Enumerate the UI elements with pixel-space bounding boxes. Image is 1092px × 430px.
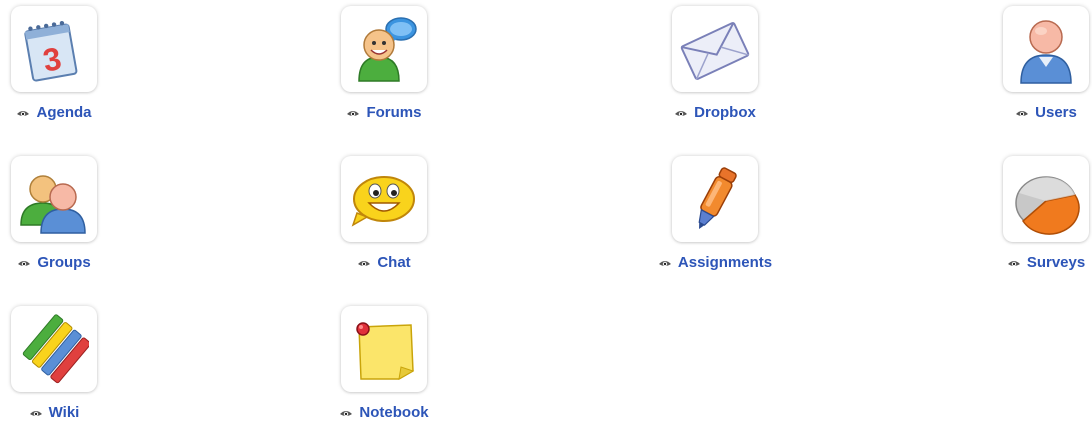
tool-label[interactable]: Chat (377, 254, 410, 271)
tool-notebook[interactable]: Notebook (319, 300, 449, 430)
tool-assignments[interactable]: Assignments (650, 150, 780, 280)
forums-tile[interactable] (341, 6, 427, 92)
tool-surveys[interactable]: Surveys (981, 150, 1092, 280)
tool-label[interactable]: Surveys (1027, 254, 1085, 271)
eye-icon (17, 110, 30, 116)
colored-pencils-icon (22, 314, 89, 384)
assignments-label: Assignments (650, 254, 780, 271)
tool-label[interactable]: Dropbox (694, 104, 756, 121)
wiki-label: Wiki (0, 404, 119, 421)
smiley-chat-icon (351, 176, 415, 227)
tool-label[interactable]: Assignments (678, 254, 772, 271)
forum-speech-icon (358, 17, 417, 82)
tool-label[interactable]: Forums (366, 104, 421, 121)
surveys-label: Surveys (981, 254, 1092, 271)
users-label: Users (981, 104, 1092, 121)
forums-label: Forums (319, 104, 449, 121)
wiki-tile[interactable] (11, 306, 97, 392)
groups-tile[interactable] (11, 156, 97, 242)
surveys-tile[interactable] (1003, 156, 1089, 242)
tool-label[interactable]: Users (1035, 104, 1077, 121)
tool-label[interactable]: Wiki (49, 404, 80, 421)
dropbox-tile[interactable] (672, 6, 758, 92)
tool-label[interactable]: Groups (37, 254, 90, 271)
marker-pen-icon (698, 167, 737, 230)
eye-icon (1016, 110, 1029, 116)
tool-groups[interactable]: Groups (0, 150, 119, 280)
eye-icon (675, 110, 688, 116)
dropbox-label: Dropbox (650, 104, 780, 121)
sticky-note-icon (356, 322, 415, 380)
envelope-icon (680, 21, 750, 80)
eye-icon (358, 260, 371, 266)
calendar-icon: 3 (24, 20, 78, 82)
chat-label: Chat (319, 254, 449, 271)
tool-users[interactable]: Users (981, 0, 1092, 130)
eye-icon (658, 260, 671, 266)
agenda-label: Agenda (0, 104, 119, 121)
eye-icon (29, 410, 42, 416)
users-tile[interactable] (1003, 6, 1089, 92)
eye-icon (340, 410, 353, 416)
eye-icon (18, 260, 31, 266)
assignments-tile[interactable] (672, 156, 758, 242)
tool-forums[interactable]: Forums (319, 0, 449, 130)
eye-icon (1007, 260, 1020, 266)
tool-label[interactable]: Notebook (359, 404, 428, 421)
tool-wiki[interactable]: Wiki (0, 300, 119, 430)
eye-icon (347, 110, 360, 116)
group-icon (20, 175, 86, 234)
user-icon (1020, 20, 1072, 84)
tool-dropbox[interactable]: Dropbox (650, 0, 780, 130)
tool-agenda[interactable]: 3 Agenda (0, 0, 119, 130)
tool-label[interactable]: Agenda (36, 104, 91, 121)
notebook-label: Notebook (319, 404, 449, 421)
chat-tile[interactable] (341, 156, 427, 242)
notebook-tile[interactable] (341, 306, 427, 392)
groups-label: Groups (0, 254, 119, 271)
pie-chart-icon (1015, 176, 1080, 235)
agenda-tile[interactable]: 3 (11, 6, 97, 92)
tool-chat[interactable]: Chat (319, 150, 449, 280)
